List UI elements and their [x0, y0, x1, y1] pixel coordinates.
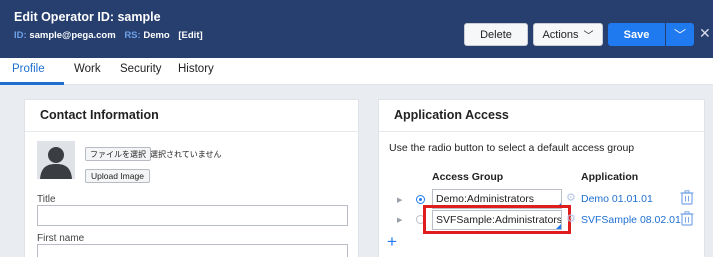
first-name-label: First name — [37, 233, 85, 244]
application-access-title: Application Access — [394, 108, 509, 122]
application-header: Application — [581, 171, 639, 183]
access-group-value: Demo:Administrators — [436, 193, 535, 205]
edit-rs-link[interactable]: [Edit] — [178, 30, 202, 41]
gear-icon: ⚙ — [566, 192, 576, 204]
tab-security[interactable]: Security — [120, 63, 162, 75]
access-group-header: Access Group — [432, 171, 504, 183]
access-description: Use the radio button to select a default… — [389, 142, 635, 154]
user-silhouette-icon — [37, 141, 75, 179]
close-icon[interactable]: ✕ — [699, 25, 711, 42]
save-options-button[interactable]: ﹀ — [666, 23, 694, 46]
rs-value: Demo — [143, 30, 170, 41]
save-button[interactable]: Save — [608, 23, 665, 46]
choose-file-button[interactable]: ファイルを選択 — [85, 147, 151, 161]
trash-icon[interactable] — [680, 190, 694, 205]
file-status-text: 選択されていません — [150, 150, 222, 159]
actions-label: Actions — [542, 28, 579, 41]
rs-label: RS: — [124, 30, 141, 41]
card-divider — [25, 131, 358, 132]
highlight-box — [423, 205, 571, 234]
chevron-down-icon: ﹀ — [673, 28, 686, 42]
add-access-group-button[interactable]: + — [387, 233, 397, 250]
trash-icon[interactable] — [680, 211, 694, 226]
tab-profile[interactable]: Profile — [12, 63, 45, 75]
application-link-svfsample[interactable]: SVFSample 08.02.01 — [581, 214, 681, 226]
title-label: Title — [37, 194, 56, 205]
card-divider — [379, 131, 704, 132]
gear-icon: ⚙ — [566, 213, 576, 225]
upload-image-button[interactable]: Upload Image — [85, 169, 150, 183]
id-label: ID: — [14, 30, 27, 41]
actions-button[interactable]: Actions ﹀ — [533, 23, 603, 46]
tab-bar: Profile Work Security History — [0, 58, 713, 85]
page-title: Edit Operator ID: sample — [14, 10, 161, 24]
contact-information-title: Contact Information — [40, 108, 159, 122]
avatar — [37, 141, 75, 179]
delete-button[interactable]: Delete — [464, 23, 528, 46]
expand-row-icon[interactable]: ▶ — [397, 196, 402, 204]
id-value: sample@pega.com — [29, 30, 116, 41]
contact-information-card: Contact Information ファイルを選択 選択されていません Up… — [24, 99, 359, 257]
default-radio-demo[interactable] — [416, 195, 425, 204]
application-access-card: Application Access Use the radio button … — [378, 99, 705, 257]
application-link-demo[interactable]: Demo 01.01.01 — [581, 193, 653, 205]
header-subtitle: ID: sample@pega.com RS: Demo [Edit] — [14, 30, 203, 41]
header-bar: Edit Operator ID: sample ID: sample@pega… — [0, 0, 713, 58]
expand-row-icon[interactable]: ▶ — [397, 216, 402, 224]
first-name-field[interactable] — [37, 244, 348, 257]
tab-work[interactable]: Work — [74, 63, 101, 75]
tab-history[interactable]: History — [178, 63, 214, 75]
chevron-down-icon: ﹀ — [583, 31, 594, 42]
title-field[interactable] — [37, 205, 348, 226]
